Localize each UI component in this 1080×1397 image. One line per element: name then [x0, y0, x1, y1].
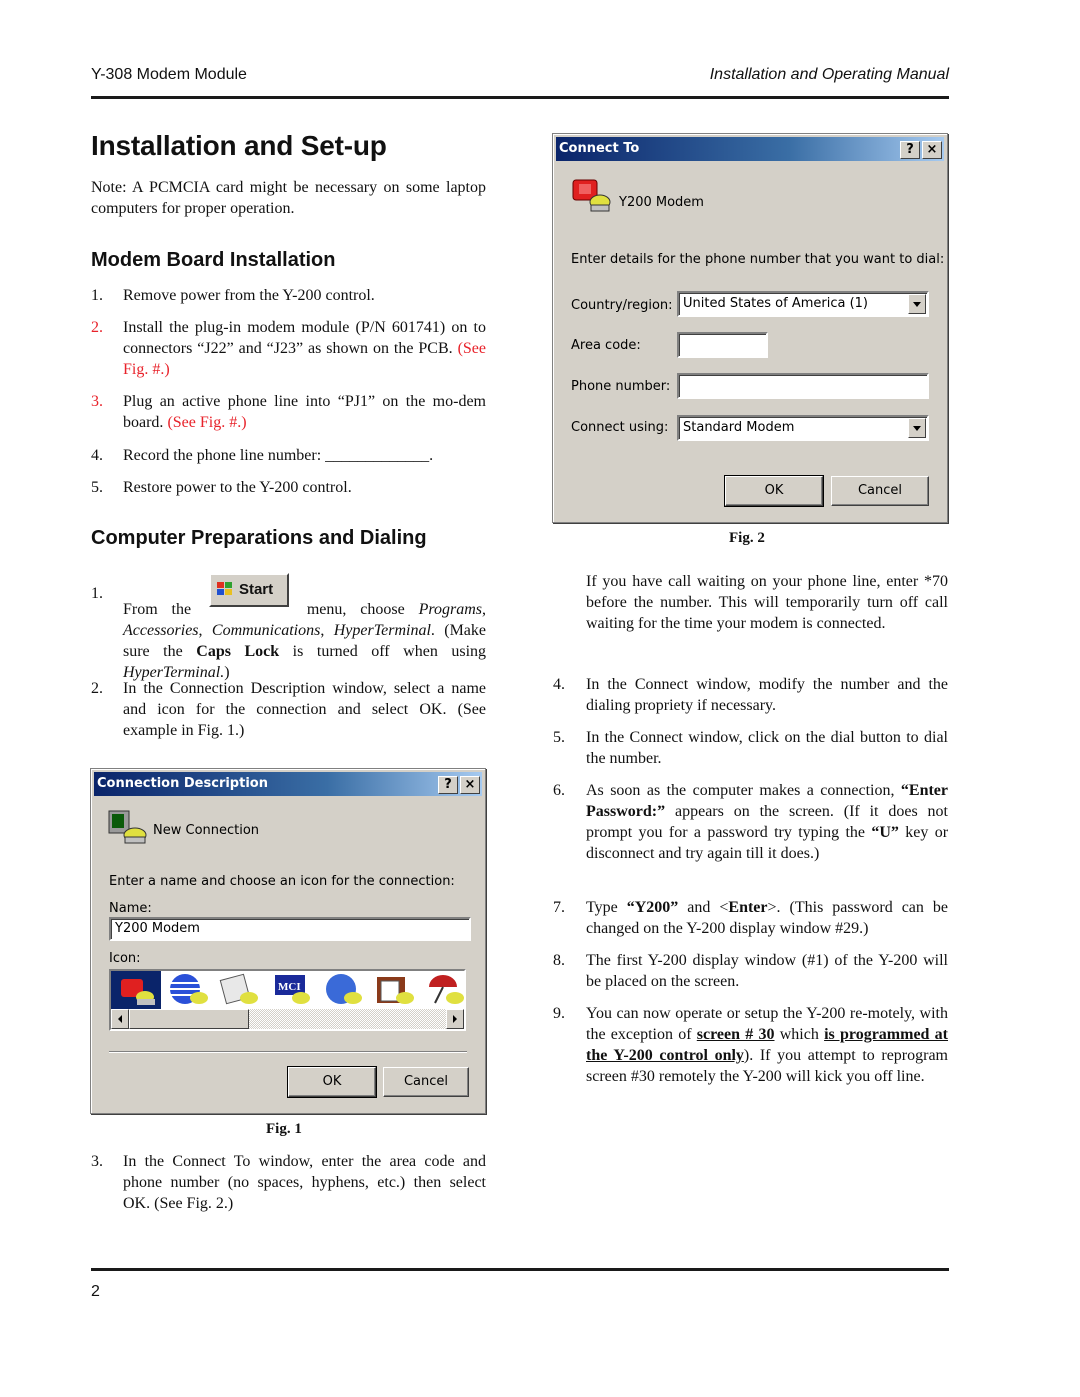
- list-item: 6. As soon as the computer makes a conne…: [553, 782, 949, 862]
- figure-reference-link[interactable]: (See Fig. #.): [167, 414, 246, 431]
- newspaper-icon[interactable]: [215, 971, 265, 1009]
- phone-number-label: Phone number:: [571, 379, 671, 394]
- mci-icon[interactable]: MCI: [267, 971, 317, 1009]
- icon-picker[interactable]: MCI: [109, 969, 466, 1031]
- header-manual-title: Installation and Operating Manual: [709, 66, 949, 83]
- list-item: 1. Remove power from the Y-200 control.: [91, 287, 375, 304]
- phone-connection-icon: [572, 179, 611, 212]
- list-item: 4. In the Connect window, modify the num…: [553, 676, 948, 714]
- figure-1-caption: Fig. 1: [266, 1121, 302, 1137]
- list-item: 7. Type “Y200” and <Enter>. (This passwo…: [553, 899, 948, 937]
- icon-scrollbar[interactable]: [111, 1009, 464, 1029]
- note-paragraph: Note: A PCMCIA card might be necessary o…: [91, 179, 486, 217]
- ge-icon[interactable]: [319, 971, 369, 1009]
- page-number: 2: [91, 1283, 100, 1300]
- close-button[interactable]: ×: [922, 141, 942, 159]
- close-button[interactable]: ×: [460, 776, 480, 794]
- connect-using-label: Connect using:: [571, 420, 669, 435]
- name-label: Name:: [109, 901, 152, 916]
- list-item: 4. Record the phone line number: _______…: [91, 447, 434, 464]
- dialog-titlebar: Connection Description ? ×: [94, 772, 482, 796]
- red-phone-icon[interactable]: [111, 971, 161, 1009]
- scrollbar-thumb[interactable]: [129, 1009, 249, 1029]
- header-rule: [91, 96, 949, 99]
- list-item: 9. You can now operate or setup the Y-20…: [553, 1005, 949, 1085]
- scroll-left-button[interactable]: [111, 1009, 129, 1029]
- help-button[interactable]: ?: [900, 141, 920, 159]
- page-title: Installation and Set-up: [91, 130, 387, 161]
- list-item: 5. Restore power to the Y-200 control.: [91, 479, 352, 496]
- dropdown-arrow-icon[interactable]: [908, 418, 926, 438]
- help-button[interactable]: ?: [438, 776, 458, 794]
- instruction-text: Enter details for the phone number that …: [571, 252, 945, 267]
- list-item: 2. In the Connection Description window,…: [91, 680, 486, 739]
- globe-icon[interactable]: [163, 971, 213, 1009]
- list-item: 3. In the Connect To window, enter the a…: [91, 1153, 486, 1212]
- list-item: 2. Install the plug-in modem module (P/N…: [91, 319, 486, 378]
- connection-label: New Connection: [153, 823, 260, 838]
- windows-flag-icon: [216, 582, 233, 596]
- phone-number-input[interactable]: [677, 373, 929, 399]
- page-header: Y-308 Modem Module Installation and Oper…: [91, 66, 949, 86]
- country-select[interactable]: United States of America (1): [677, 291, 929, 317]
- dropdown-arrow-icon[interactable]: [908, 294, 926, 314]
- name-input[interactable]: Y200 Modem: [109, 917, 471, 941]
- scroll-right-button[interactable]: [446, 1009, 464, 1029]
- list-item: 1. From the Start menu, choose Programs,…: [91, 573, 486, 681]
- ok-button[interactable]: OK: [724, 475, 824, 507]
- list-item: 5. In the Connect window, click on the d…: [553, 729, 948, 767]
- connect-to-dialog: Connect To ? × Y200 Modem Enter details …: [552, 133, 948, 523]
- icon-label: Icon:: [109, 951, 141, 966]
- footer-rule: [91, 1268, 949, 1271]
- call-waiting-note: If you have call waiting on your phone l…: [586, 573, 948, 632]
- connect-using-select[interactable]: Standard Modem: [677, 415, 929, 441]
- computer-prep-heading: Computer Preparations and Dialing: [91, 527, 427, 549]
- dialog-titlebar: Connect To ? ×: [556, 137, 944, 161]
- modem-board-heading: Modem Board Installation: [91, 249, 336, 271]
- umbrella-icon[interactable]: [423, 971, 464, 1009]
- list-item: 3. Plug an active phone line into “PJ1” …: [91, 393, 486, 431]
- cancel-button[interactable]: Cancel: [383, 1067, 469, 1097]
- figure-2-caption: Fig. 2: [729, 530, 765, 546]
- svg-text:MCI: MCI: [278, 981, 301, 993]
- list-item: 8. The first Y-200 display window (#1) o…: [553, 952, 948, 990]
- connection-name: Y200 Modem: [619, 195, 704, 210]
- separator: [109, 1051, 467, 1053]
- new-connection-icon: [108, 810, 147, 844]
- instruction-text: Enter a name and choose an icon for the …: [109, 874, 455, 889]
- area-code-label: Area code:: [571, 338, 641, 353]
- header-doc-title: Y-308 Modem Module: [91, 66, 247, 83]
- ok-button[interactable]: OK: [287, 1066, 377, 1098]
- country-label: Country/region:: [571, 298, 673, 313]
- area-code-input[interactable]: [677, 332, 768, 358]
- connection-description-dialog: Connection Description ? × New Connectio…: [90, 768, 486, 1114]
- start-button: Start: [208, 573, 289, 607]
- documents-icon[interactable]: [371, 971, 421, 1009]
- cancel-button[interactable]: Cancel: [831, 476, 929, 506]
